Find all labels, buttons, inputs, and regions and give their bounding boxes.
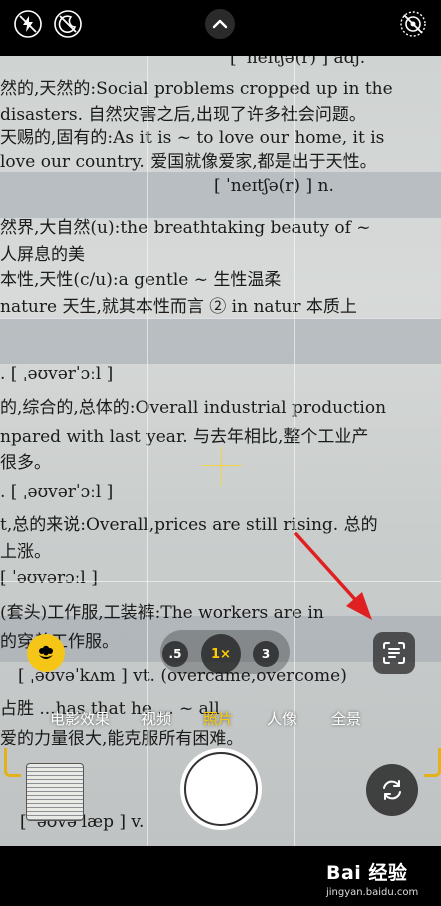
flower-macro-icon[interactable] bbox=[27, 634, 65, 672]
frame-corner bbox=[424, 748, 441, 777]
watermark-url: jingyan.baidu.com bbox=[326, 887, 419, 898]
mode-cinematic[interactable]: 电影效果 bbox=[50, 708, 110, 729]
camera-flip-icon[interactable] bbox=[366, 764, 418, 816]
watermark: Bai 经验 jingyan.baidu.com bbox=[326, 858, 418, 898]
zoom-option-05[interactable]: .5 bbox=[162, 641, 188, 667]
live-text-scan-icon[interactable] bbox=[373, 632, 415, 674]
last-photo-thumbnail[interactable] bbox=[26, 763, 84, 821]
frame-corner bbox=[4, 748, 21, 777]
mode-selector: 电影效果 视频 照片 人像 全景 bbox=[0, 708, 441, 732]
mode-video[interactable]: 视频 bbox=[141, 708, 171, 729]
watermark-logo: Bai 经验 bbox=[326, 862, 408, 884]
mode-panorama[interactable]: 全景 bbox=[331, 708, 361, 729]
mode-portrait[interactable]: 人像 bbox=[267, 708, 297, 729]
mode-photo[interactable]: 照片 bbox=[203, 708, 233, 729]
zoom-option-1x[interactable]: 1× bbox=[201, 634, 241, 674]
zoom-option-3[interactable]: 3 bbox=[253, 641, 279, 667]
shutter-button[interactable] bbox=[180, 748, 262, 830]
